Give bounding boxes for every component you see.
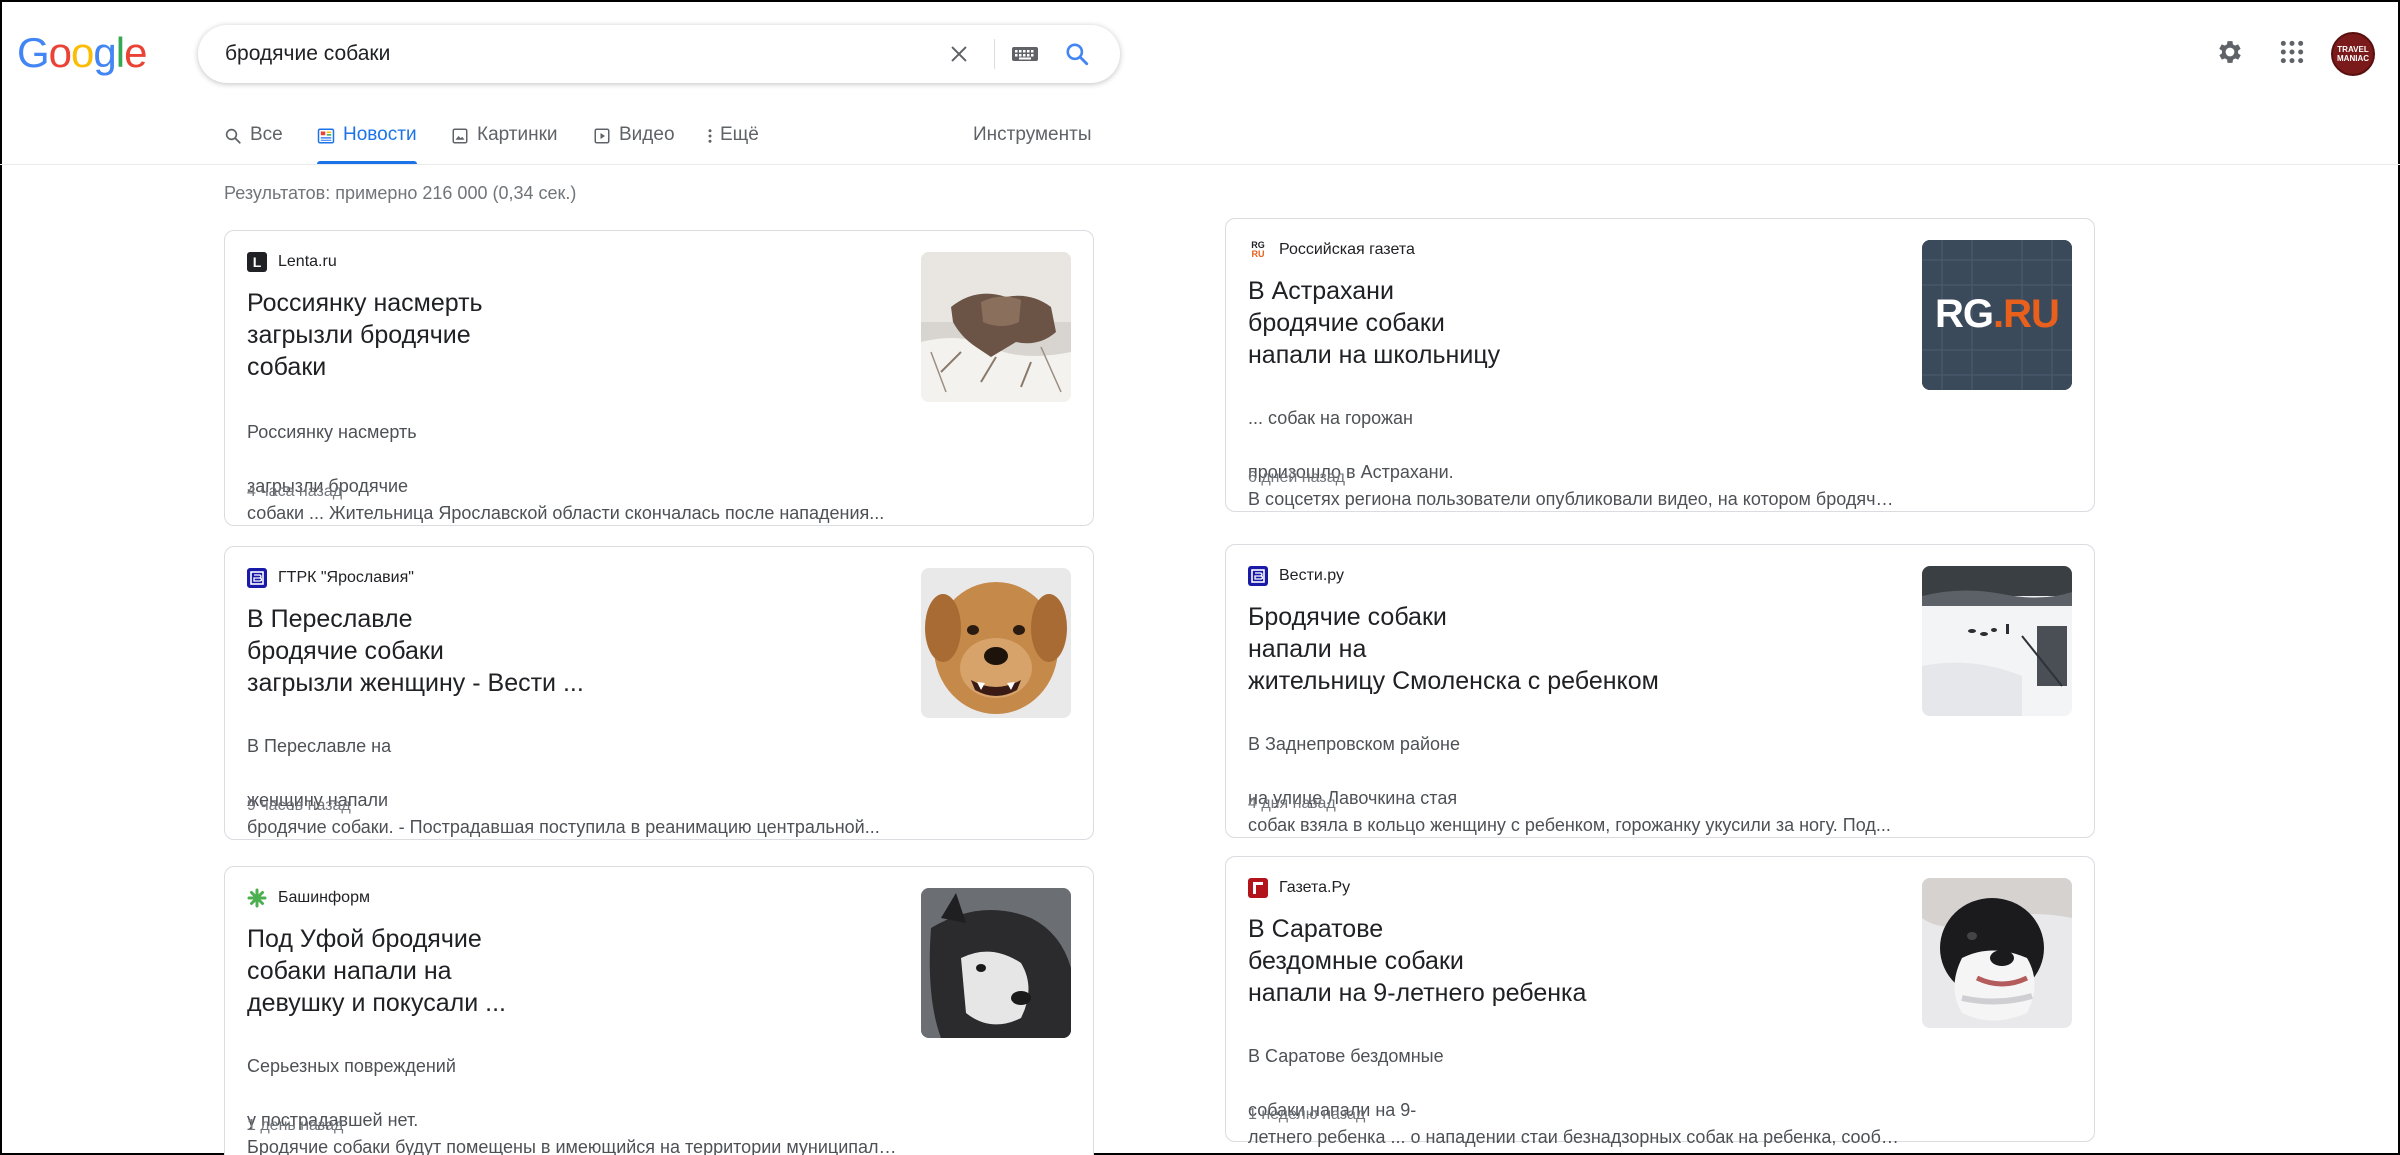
news-source[interactable]: L Lenta.ru	[247, 252, 337, 272]
wolf-in-snow-image[interactable]	[921, 252, 1071, 402]
snippet-line: Бродячие собаки будут помещены в имеющий…	[247, 1137, 902, 1155]
angry-dog-image[interactable]	[921, 568, 1071, 718]
news-card[interactable]: L Lenta.ru Россиянку насмерть загрызли б…	[224, 230, 1094, 526]
logo-letter: g	[93, 29, 116, 76]
news-card[interactable]: Башинформ Под Уфой бродячие собаки напал…	[224, 866, 1094, 1155]
rg-ru-logo-text: RG.RU	[1935, 292, 2060, 336]
bashinform-favicon-icon	[247, 888, 267, 908]
tab-video[interactable]: Видео	[593, 118, 675, 164]
news-source[interactable]: Башинформ	[247, 888, 370, 908]
vesti-favicon-icon	[247, 568, 267, 588]
snippet-line: В Заднепровском районе	[1248, 734, 1460, 754]
news-time: 1 день назад	[247, 1117, 344, 1134]
avatar[interactable]: TRAVEL MANIAC	[2331, 32, 2375, 76]
more-vert-icon	[708, 129, 712, 143]
avatar-text-line1: TRAVEL	[2337, 45, 2369, 54]
black-white-dog-image[interactable]	[1922, 878, 2072, 1028]
tab-images[interactable]: Картинки	[451, 118, 558, 164]
news-title[interactable]: Россиянку насмерть загрызли бродячие соб…	[247, 287, 487, 383]
news-snippet: ... собак на горожан произошло в Астраха…	[1248, 378, 1908, 540]
image-icon	[452, 128, 468, 144]
tab-label: Все	[250, 124, 283, 145]
news-card[interactable]: Вести.ру Бродячие собаки напали на жител…	[1225, 544, 2095, 838]
lenta-favicon-icon: L	[247, 252, 267, 272]
google-logo[interactable]: Google	[17, 28, 147, 78]
news-snippet: В Заднепровском районе на улице Лавочкин…	[1248, 704, 1908, 866]
tab-more[interactable]: Ещё	[706, 118, 759, 164]
results-stats: Результатов: примерно 216 000 (0,34 сек.…	[224, 183, 577, 203]
news-time: 1 неделю назад	[1248, 1106, 1366, 1123]
source-name: Газета.Ру	[1279, 879, 1351, 896]
snippet-line: В соцсетях региона пользователи опублико…	[1248, 489, 1903, 509]
news-title[interactable]: В Саратове бездомные собаки напали на 9-…	[1248, 913, 1708, 1009]
tab-news[interactable]: Новости	[317, 118, 417, 164]
header-divider	[0, 164, 2400, 165]
logo-letter: l	[115, 29, 125, 76]
snippet-line: ... собак на горожан	[1248, 408, 1413, 428]
husky-dog-image[interactable]	[921, 888, 1071, 1038]
news-source[interactable]: Газета.Ру	[1248, 878, 1350, 898]
news-card[interactable]: RG RU Российская газета В Астрахани бродя…	[1225, 218, 2095, 512]
search-icon	[225, 128, 241, 144]
news-snippet: Серьезных повреждений у пострадавшей нет…	[247, 1026, 907, 1155]
news-time: 4 дня назад	[1248, 795, 1336, 812]
source-name: Башинформ	[278, 889, 370, 906]
news-snippet: В Переславле на женщину напали бродячие …	[247, 706, 907, 868]
snippet-line: Серьезных повреждений	[247, 1056, 456, 1076]
news-source[interactable]: ГТРК "Ярославия"	[247, 568, 414, 588]
keyboard-icon[interactable]	[1008, 39, 1042, 69]
source-name: Вести.ру	[1279, 567, 1344, 584]
source-name: ГТРК "Ярославия"	[278, 569, 414, 586]
news-snippet: Россиянку насмерть загрызли бродячие соб…	[247, 392, 907, 554]
video-icon	[594, 128, 610, 144]
close-icon[interactable]	[943, 38, 975, 70]
gazeta-favicon-icon	[1248, 878, 1268, 898]
tab-label: Видео	[619, 124, 675, 145]
logo-letter: G	[17, 29, 50, 76]
news-title[interactable]: В Астрахани бродячие собаки напали на шк…	[1248, 275, 1708, 371]
vesti-favicon-icon	[1248, 566, 1268, 586]
snippet-line: бродячие собаки. - Пострадавшая поступил…	[247, 817, 880, 837]
news-time: 4 часа назад	[247, 483, 343, 500]
avatar-text-line2: MANIAC	[2337, 54, 2369, 63]
tools-button[interactable]: Инструменты	[973, 124, 1091, 146]
news-title[interactable]: Бродячие собаки напали на жительницу Смо…	[1248, 601, 1708, 697]
snippet-line: Россиянку насмерть	[247, 422, 417, 442]
snippet-line: собаки ... Жительница Ярославской област…	[247, 503, 885, 523]
gear-icon[interactable]	[2212, 34, 2248, 70]
search-input[interactable]	[225, 34, 925, 74]
news-time: 9 часов назад	[247, 797, 351, 814]
news-icon	[317, 128, 335, 144]
logo-letter: o	[71, 29, 94, 76]
news-snippet: В Саратове бездомные собаки напали на 9-…	[1248, 1016, 1908, 1155]
news-source[interactable]: Вести.ру	[1248, 566, 1344, 586]
news-time: 6 дней назад	[1248, 469, 1345, 486]
apps-grid-icon[interactable]	[2274, 34, 2310, 70]
news-card[interactable]: ГТРК "Ярославия" В Переславле бродячие с…	[224, 546, 1094, 840]
logo-letter: o	[48, 29, 72, 76]
rg-ru-logo-image[interactable]: RG.RU	[1922, 240, 2072, 390]
source-name: Российская газета	[1279, 241, 1415, 258]
snippet-line: летнего ребенка ... о нападении стаи без…	[1248, 1127, 1903, 1147]
snippet-line: В Саратове бездомные	[1248, 1046, 1444, 1066]
snowy-yard-image[interactable]	[1922, 566, 2072, 716]
news-title[interactable]: В Переславле бродячие собаки загрызли же…	[247, 603, 707, 699]
logo-letter: e	[124, 29, 147, 76]
source-name: Lenta.ru	[278, 253, 337, 270]
search-icon[interactable]	[1060, 37, 1094, 71]
search-divider	[994, 39, 995, 69]
news-card[interactable]: Газета.Ру В Саратове бездомные собаки на…	[1225, 856, 2095, 1147]
rg-favicon-icon: RG RU	[1248, 240, 1268, 260]
search-box[interactable]	[198, 25, 1120, 83]
tab-all[interactable]: Все	[224, 118, 283, 164]
snippet-line: В Переславле на	[247, 736, 392, 756]
snippet-line: собак взяла в кольцо женщину с ребенком,…	[1248, 815, 1891, 835]
tab-label: Картинки	[477, 124, 558, 145]
news-source[interactable]: RG RU Российская газета	[1248, 240, 1415, 260]
tab-label: Ещё	[720, 124, 759, 145]
tab-label: Новости	[343, 124, 417, 145]
news-title[interactable]: Под Уфой бродячие собаки напали на девуш…	[247, 923, 547, 1019]
